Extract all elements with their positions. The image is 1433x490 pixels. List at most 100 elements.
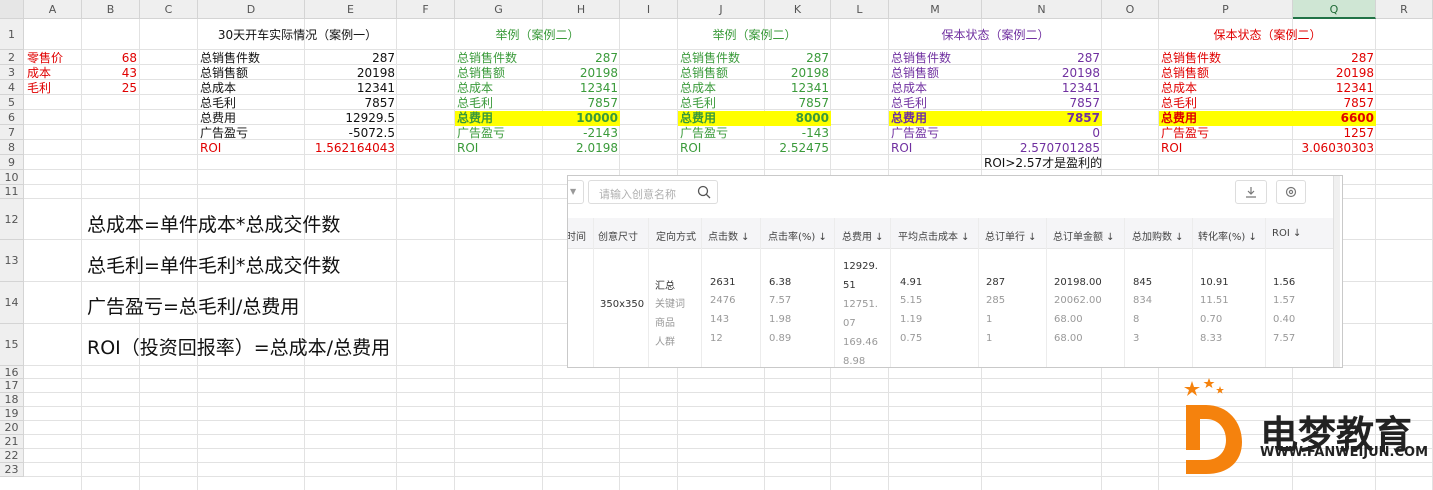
row-header-16[interactable]: 16 [0,366,24,379]
row-header-22[interactable]: 22 [0,449,24,463]
column-header-b[interactable]: B [82,0,140,19]
report-cell-clicks: 2476 [710,295,736,306]
case-row-value: 2.0198 [576,141,618,155]
row-header-17[interactable]: 17 [0,379,24,393]
row-header-3[interactable]: 3 [0,65,24,80]
search-icon[interactable] [697,185,711,199]
panel-scrollbar[interactable] [1333,176,1340,367]
logo-url: WWW.FANWEIJUN.COM [1260,445,1429,460]
report-cell-roi: 7.57 [1273,333,1296,344]
case-row-value: 287 [372,51,395,65]
column-header-p[interactable]: P [1159,0,1293,19]
row-header-4[interactable]: 4 [0,80,24,95]
row-header-14[interactable]: 14 [0,282,24,324]
case-row-label: ROI [200,141,222,155]
column-header-l[interactable]: L [831,0,889,19]
column-header-c[interactable]: C [140,0,198,19]
case-row-label: 总销售件数 [1161,51,1222,65]
column-header-e[interactable]: E [305,0,397,19]
row-header-13[interactable]: 13 [0,240,24,282]
column-header-d[interactable]: D [198,0,305,19]
unit-label: 毛利 [27,81,52,95]
report-cell-ctr: 6.38 [769,277,792,288]
case-row-label: 总销售件数 [200,51,261,65]
report-cell-cpc: 5.15 [900,295,923,306]
row-header-1[interactable]: 1 [0,19,24,50]
column-header-j[interactable]: J [678,0,765,19]
row-header-12[interactable]: 12 [0,199,24,240]
case-row-label: ROI [891,141,913,155]
formula-ad-profit: 广告盈亏=总毛利/总费用 [87,296,300,318]
column-header-r[interactable]: R [1376,0,1433,19]
report-column-divider [1046,218,1047,367]
column-header-m[interactable]: M [889,0,982,19]
download-button[interactable] [1235,180,1267,204]
report-header-cell[interactable]: 总订单行 ↓ [985,228,1037,243]
unit-label: 成本 [27,66,52,80]
row-header-10[interactable]: 10 [0,170,24,185]
report-cell-cost: 8.98 [843,356,866,367]
row-header-2[interactable]: 2 [0,50,24,65]
column-header-q[interactable]: Q [1293,0,1376,19]
row-header-19[interactable]: 19 [0,407,24,421]
report-header-cell[interactable]: 创意尺寸 [598,228,638,243]
report-header-cell[interactable]: 定向方式 [656,228,696,243]
case-row-value: 20198 [579,66,618,80]
column-header-f[interactable]: F [397,0,455,19]
case-row-label: 总销售额 [1161,66,1210,80]
column-header-i[interactable]: I [620,0,678,19]
column-header-o[interactable]: O [1102,0,1159,19]
case-row-value: 12341 [1335,81,1374,95]
report-cell-cpc: 1.19 [900,314,923,325]
case-row-label: 总成本 [1161,81,1198,95]
case-row-value: 20198 [1061,66,1100,80]
report-cell-ctr: 1.98 [769,314,792,325]
row-header-7[interactable]: 7 [0,125,24,140]
row-header-9[interactable]: 9 [0,155,24,170]
row-header-5[interactable]: 5 [0,95,24,110]
case-row-label: 广告盈亏 [1161,126,1210,140]
column-header-a[interactable]: A [24,0,82,19]
report-column-divider [890,218,891,367]
report-header-cell[interactable]: 总费用 ↓ [842,228,884,243]
case-row-label: 广告盈亏 [200,126,249,140]
formula-total-margin: 总毛利=单件毛利*总成交件数 [87,255,341,277]
report-header-cell[interactable]: 总订单金额 ↓ [1053,228,1115,243]
report-cell-orders: 1 [986,314,993,325]
report-header-cell[interactable]: 总加购数 ↓ [1132,228,1184,243]
report-header-cell[interactable]: 点击数 ↓ [708,228,750,243]
row-header-8[interactable]: 8 [0,140,24,155]
case-row-value: 7857 [1066,111,1100,125]
column-header-g[interactable]: G [455,0,543,19]
column-header-n[interactable]: N [982,0,1102,19]
case-row-label: ROI [680,141,702,155]
report-cell-amount: 68.00 [1054,314,1083,325]
report-header-cell[interactable]: 时间 [568,228,586,243]
row-header-21[interactable]: 21 [0,435,24,449]
report-cell-groups: 关键词 [655,299,685,310]
row-header-23[interactable]: 23 [0,463,24,477]
gear-icon [1285,186,1297,198]
row-header-18[interactable]: 18 [0,393,24,407]
case-title: 举例（案例二） [495,28,580,42]
row-header-6[interactable]: 6 [0,110,24,125]
report-column-divider [978,218,979,367]
report-header-cell[interactable]: 点击率(%) ↓ [768,228,827,243]
row-header-20[interactable]: 20 [0,421,24,435]
select-all-corner[interactable] [0,0,24,19]
report-header-cell[interactable]: ROI ↓ [1272,228,1301,239]
report-cell-groups: 人群 [655,337,675,348]
report-column-divider [760,218,761,367]
report-header-cell[interactable]: 平均点击成本 ↓ [898,228,970,243]
column-header-h[interactable]: H [543,0,620,19]
case-row-label: 总毛利 [680,96,717,110]
search-box[interactable]: 请输入创意名称 [588,180,718,204]
row-header-11[interactable]: 11 [0,185,24,199]
report-cell-conv: 0.70 [1200,314,1223,325]
report-header-cell[interactable]: 转化率(%) ↓ [1198,228,1257,243]
column-header-k[interactable]: K [765,0,831,19]
case-row-label: ROI [457,141,479,155]
row-header-15[interactable]: 15 [0,324,24,366]
report-cell-carts: 3 [1133,333,1140,344]
settings-button[interactable] [1276,180,1306,204]
